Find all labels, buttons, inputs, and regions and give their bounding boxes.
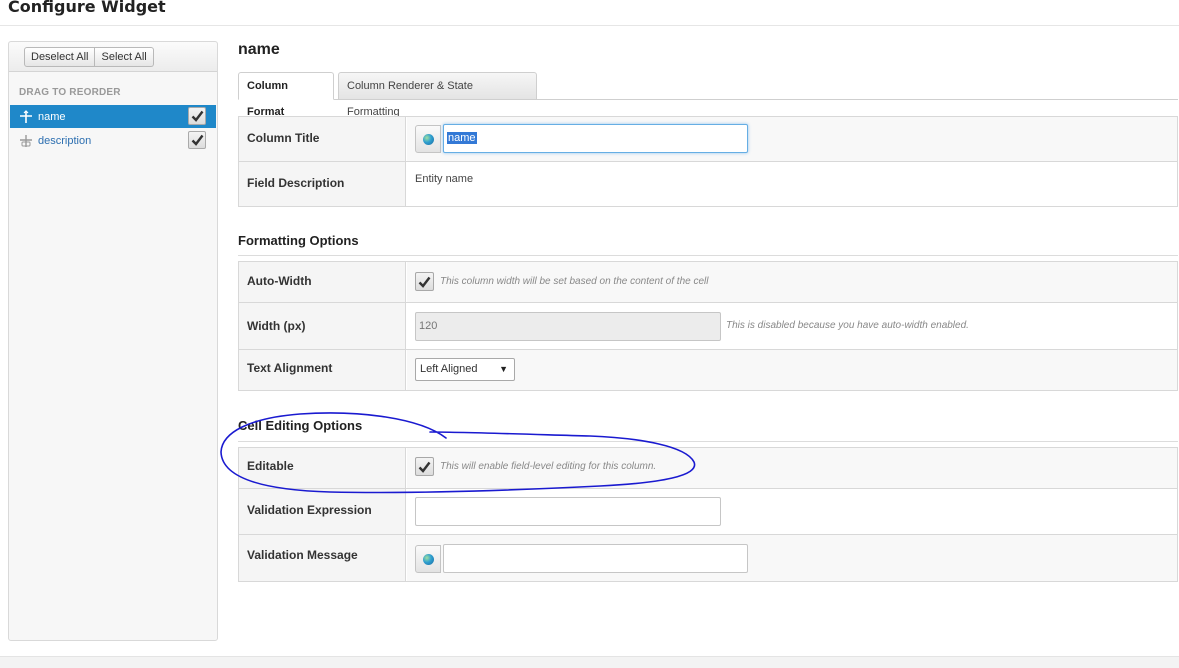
- drag-handle-icon[interactable]: [19, 134, 33, 148]
- checkmark-icon: [191, 110, 203, 122]
- text-alignment-selected: Left Aligned: [420, 363, 478, 375]
- column-item-label: name: [38, 110, 66, 123]
- auto-width-label: Auto-Width: [239, 262, 406, 302]
- text-alignment-label: Text Alignment: [239, 350, 406, 390]
- select-all-button[interactable]: Select All: [95, 47, 154, 67]
- globe-icon: [422, 133, 434, 145]
- cell-editing-options-table: Editable This will enable field-level ed…: [238, 447, 1178, 582]
- column-title-input[interactable]: name: [443, 124, 748, 153]
- text-alignment-value-cell: Left Aligned ▼: [407, 350, 1177, 390]
- field-description-value: Entity name: [415, 173, 474, 185]
- validation-message-value-cell: [407, 535, 1177, 581]
- page-title: Configure Widget: [8, 0, 166, 16]
- column-title-row: Column Title name: [239, 117, 1177, 162]
- auto-width-row: Auto-Width This column width will be set…: [239, 262, 1177, 303]
- editable-value-cell: This will enable field-level editing for…: [407, 448, 1177, 488]
- column-list-panel: Deselect All Select All DRAG TO REORDER …: [8, 41, 218, 641]
- editable-checkbox[interactable]: [415, 457, 434, 476]
- auto-width-value-cell: This column width will be set based on t…: [407, 262, 1177, 302]
- column-visible-checkbox[interactable]: [188, 131, 206, 149]
- field-description-label: Field Description: [239, 162, 406, 206]
- tab-column-format[interactable]: Column Format: [238, 72, 334, 118]
- drag-to-reorder-label: DRAG TO REORDER: [19, 87, 121, 98]
- text-alignment-select[interactable]: Left Aligned ▼: [415, 358, 515, 381]
- tab-column-renderer[interactable]: Column Renderer & State Formatting: [338, 72, 537, 118]
- validation-message-row: Validation Message: [239, 535, 1177, 581]
- footer-bar: [0, 656, 1179, 668]
- globe-icon: [422, 553, 434, 565]
- column-settings-title: name: [238, 41, 280, 58]
- checkmark-icon: [191, 134, 203, 146]
- editable-hint: This will enable field-level editing for…: [440, 461, 657, 472]
- deselect-all-button[interactable]: Deselect All: [24, 47, 96, 67]
- text-alignment-row: Text Alignment Left Aligned ▼: [239, 350, 1177, 390]
- translate-button[interactable]: [415, 125, 441, 153]
- column-item-description[interactable]: description: [10, 129, 216, 152]
- column-title-input-value: name: [447, 132, 477, 144]
- column-list-toolbar: Deselect All Select All: [9, 42, 217, 72]
- validation-expression-value-cell: [407, 489, 1177, 534]
- cell-editing-options-divider: [238, 441, 1178, 442]
- translate-button[interactable]: [415, 545, 441, 573]
- selection-button-group: Deselect All Select All: [24, 47, 154, 67]
- editable-label: Editable: [239, 448, 406, 488]
- column-title-value-cell: name: [407, 117, 1177, 161]
- validation-expression-row: Validation Expression: [239, 489, 1177, 535]
- drag-handle-icon[interactable]: [19, 109, 33, 124]
- width-value-cell: 120 This is disabled because you have au…: [407, 303, 1177, 349]
- width-input[interactable]: 120: [415, 312, 721, 341]
- column-title-label: Column Title: [239, 117, 406, 161]
- width-row: Width (px) 120 This is disabled because …: [239, 303, 1177, 350]
- auto-width-checkbox[interactable]: [415, 272, 434, 291]
- formatting-options-divider: [238, 255, 1178, 256]
- auto-width-hint: This column width will be set based on t…: [440, 276, 709, 287]
- column-settings-panel: name Column Format Column Renderer & Sta…: [238, 0, 1178, 656]
- validation-message-input[interactable]: [443, 544, 748, 573]
- formatting-options-table: Auto-Width This column width will be set…: [238, 261, 1178, 391]
- checkmark-icon: [418, 276, 431, 288]
- checkmark-icon: [418, 461, 431, 473]
- column-visible-checkbox[interactable]: [188, 107, 206, 125]
- settings-tabs: Column Format Column Renderer & State Fo…: [238, 72, 1178, 118]
- formatting-options-heading: Formatting Options: [238, 233, 359, 248]
- width-label: Width (px): [239, 303, 406, 349]
- validation-expression-input[interactable]: [415, 497, 721, 526]
- field-description-value-cell: Entity name: [407, 162, 1177, 206]
- cell-editing-options-heading: Cell Editing Options: [238, 418, 363, 433]
- column-item-label: description: [38, 134, 92, 147]
- editable-row: Editable This will enable field-level ed…: [239, 448, 1177, 489]
- column-item-name[interactable]: name: [10, 105, 216, 128]
- validation-expression-label: Validation Expression: [239, 489, 406, 534]
- validation-message-label: Validation Message: [239, 535, 406, 581]
- field-description-row: Field Description Entity name: [239, 162, 1177, 206]
- dropdown-arrow-icon: ▼: [499, 364, 508, 374]
- general-settings-table: Column Title name Field Description Enti…: [238, 116, 1178, 207]
- width-hint: This is disabled because you have auto-w…: [726, 320, 969, 331]
